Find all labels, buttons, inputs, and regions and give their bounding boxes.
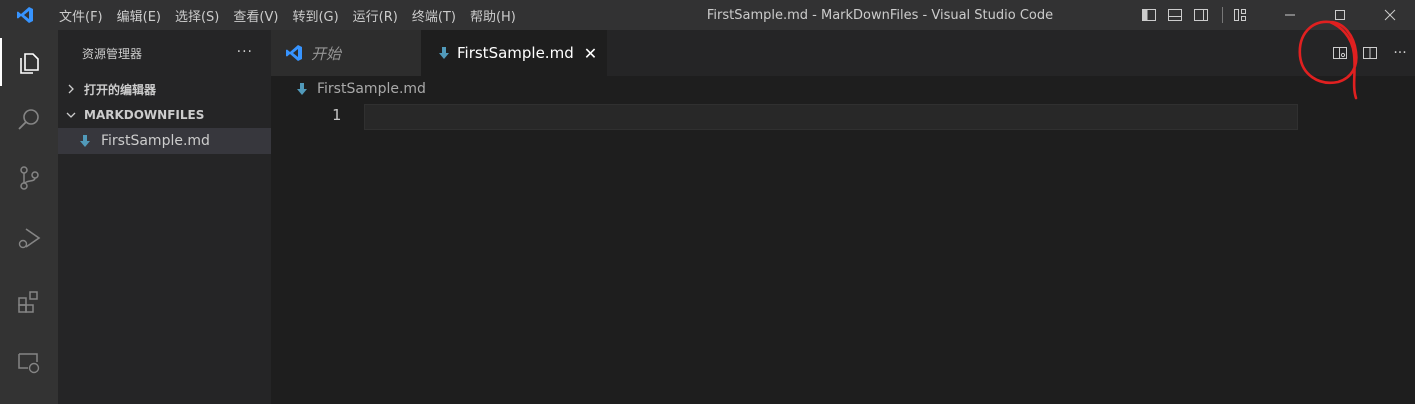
file-item-firstsample[interactable]: FirstSample.md xyxy=(58,128,271,154)
title-separator xyxy=(1222,7,1223,23)
menu-file[interactable]: 文件(F) xyxy=(52,6,110,25)
toggle-primary-sidebar-icon[interactable] xyxy=(1138,0,1160,30)
remote-explorer-icon[interactable] xyxy=(0,338,58,386)
editor-area[interactable]: FirstSample.md 1 xyxy=(271,76,1415,404)
file-item-label: FirstSample.md xyxy=(101,133,210,149)
toggle-panel-icon[interactable] xyxy=(1164,0,1186,30)
line-number: 1 xyxy=(331,106,341,124)
breadcrumb[interactable]: FirstSample.md xyxy=(297,81,426,97)
explorer-more-actions[interactable]: ··· xyxy=(237,44,253,60)
open-editors-label: 打开的编辑器 xyxy=(84,82,157,97)
tab-welcome[interactable]: 开始 xyxy=(271,30,421,76)
open-preview-to-side-icon[interactable] xyxy=(1325,38,1355,68)
window-title: FirstSample.md - MarkDownFiles - Visual … xyxy=(706,7,1054,23)
menu-help[interactable]: 帮助(H) xyxy=(463,6,523,25)
search-icon[interactable] xyxy=(0,96,58,144)
editor-tabs: 开始 FirstSample.md ✕ ··· xyxy=(271,30,1415,76)
toggle-secondary-sidebar-icon[interactable] xyxy=(1190,0,1212,30)
source-control-icon[interactable] xyxy=(0,154,58,202)
extensions-icon[interactable] xyxy=(0,278,58,326)
breadcrumb-file[interactable]: FirstSample.md xyxy=(317,81,426,97)
explorer-title: 资源管理器 xyxy=(82,46,143,61)
menu-terminal[interactable]: 终端(T) xyxy=(405,6,463,25)
title-controls xyxy=(1138,0,1415,30)
chevron-down-icon xyxy=(66,110,80,120)
vscode-logo-icon xyxy=(285,44,303,62)
folder-section[interactable]: MARKDOWNFILES xyxy=(58,102,271,128)
tab-firstsample[interactable]: FirstSample.md ✕ xyxy=(421,30,607,76)
split-editor-icon[interactable] xyxy=(1355,38,1385,68)
minimize-icon[interactable] xyxy=(1265,0,1315,30)
menu-run[interactable]: 运行(R) xyxy=(346,6,405,25)
current-line-highlight[interactable] xyxy=(364,104,1298,130)
close-icon[interactable] xyxy=(1365,0,1415,30)
menu-selection[interactable]: 选择(S) xyxy=(168,6,226,25)
markdown-file-icon xyxy=(439,47,449,59)
menu-edit[interactable]: 编辑(E) xyxy=(110,6,168,25)
menu-view[interactable]: 查看(V) xyxy=(226,6,285,25)
run-debug-icon[interactable] xyxy=(0,214,58,262)
explorer-header: 资源管理器 ··· xyxy=(58,30,271,76)
menu-bar: 文件(F) 编辑(E) 选择(S) 查看(V) 转到(G) 运行(R) 终端(T… xyxy=(52,6,523,25)
title-bar: 文件(F) 编辑(E) 选择(S) 查看(V) 转到(G) 运行(R) 终端(T… xyxy=(0,0,1415,30)
tab-label: FirstSample.md xyxy=(457,44,574,62)
tab-close-icon[interactable]: ✕ xyxy=(584,44,597,63)
open-editors-section[interactable]: 打开的编辑器 xyxy=(58,76,271,102)
markdown-file-icon xyxy=(80,135,96,147)
explorer-sidebar: 资源管理器 ··· 打开的编辑器 MARKDOWNFILES FirstSamp… xyxy=(58,30,271,404)
maximize-icon[interactable] xyxy=(1315,0,1365,30)
explorer-icon[interactable] xyxy=(0,38,58,86)
customize-layout-icon[interactable] xyxy=(1229,0,1251,30)
vscode-logo-icon xyxy=(12,0,38,30)
chevron-right-icon xyxy=(66,84,80,94)
editor-actions: ··· xyxy=(1325,30,1415,76)
tab-label: 开始 xyxy=(311,44,342,63)
activity-bar xyxy=(0,30,58,404)
markdown-file-icon xyxy=(297,83,309,95)
menu-go[interactable]: 转到(G) xyxy=(285,6,345,25)
folder-label: MARKDOWNFILES xyxy=(84,108,205,122)
more-actions-icon[interactable]: ··· xyxy=(1385,38,1415,68)
